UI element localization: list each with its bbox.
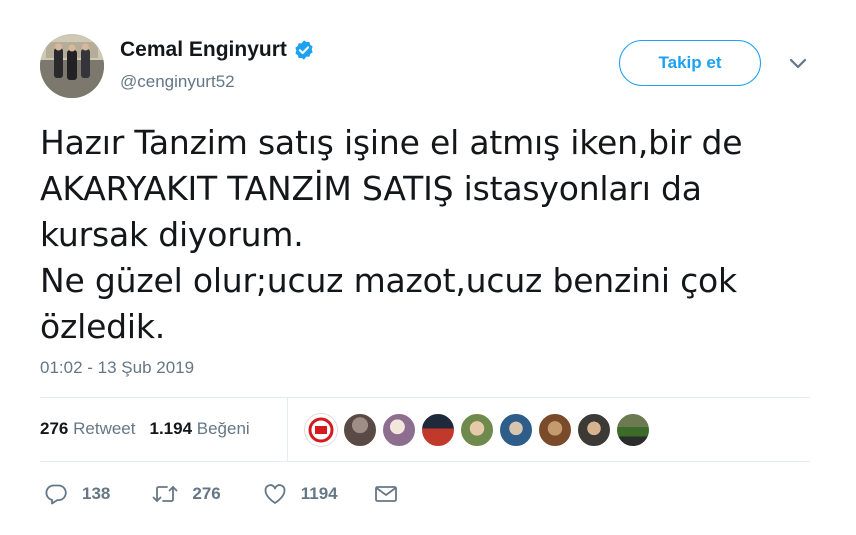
reply-icon (45, 484, 67, 505)
liker-avatars (304, 413, 655, 447)
tweet-line: özledik. (40, 307, 166, 346)
liker-avatar[interactable] (538, 413, 572, 447)
tweet-text: Hazır Tanzim satış işine el atmış iken,b… (40, 120, 820, 350)
liker-logo-icon (306, 415, 336, 445)
tweet-line: Hazır Tanzim satış işine el atmış iken,b… (40, 123, 743, 162)
retweet-stat-count: 276 (40, 419, 69, 438)
retweet-stat-label: Retweet (73, 419, 136, 438)
liker-avatar[interactable] (382, 413, 416, 447)
heart-icon (264, 484, 286, 504)
liker-avatar[interactable] (304, 413, 338, 447)
tweet-line: Ne güzel olur;ucuz mazot,ucuz benzini ço… (40, 261, 737, 300)
tweet-line: kursak diyorum. (40, 215, 304, 254)
tweet-stats: 276 Retweet 1.194 Beğeni (40, 419, 250, 439)
liker-avatar[interactable] (616, 413, 650, 447)
reply-button[interactable]: 138 (44, 483, 110, 505)
retweet-stat[interactable]: 276 Retweet (40, 419, 135, 439)
author-handle[interactable]: @cenginyurt52 (120, 72, 235, 92)
reply-count: 138 (82, 484, 111, 503)
direct-message-button[interactable] (374, 484, 398, 504)
liker-avatar[interactable] (499, 413, 533, 447)
envelope-icon (374, 486, 397, 502)
like-stat[interactable]: 1.194 Beğeni (149, 419, 249, 439)
chevron-down-icon[interactable] (788, 57, 808, 71)
like-button[interactable]: 1194 (263, 483, 338, 505)
retweet-icon (152, 486, 178, 502)
retweet-count: 276 (192, 484, 221, 503)
stats-top-divider (40, 397, 810, 398)
liker-avatar[interactable] (421, 413, 455, 447)
author-display-name[interactable]: Cemal Enginyurt (120, 38, 287, 62)
author-avatar[interactable] (40, 34, 104, 98)
stats-vertical-divider (287, 398, 288, 462)
tweet-timestamp[interactable]: 01:02 - 13 Şub 2019 (40, 358, 194, 378)
liker-avatar[interactable] (343, 413, 377, 447)
liker-avatar[interactable] (577, 413, 611, 447)
liker-avatar[interactable] (460, 413, 494, 447)
retweet-button[interactable]: 276 (152, 483, 221, 505)
tweet-line: AKARYAKIT TANZİM SATIŞ istasyonları da (40, 169, 702, 208)
tweet-actions: 138 276 1194 (44, 483, 398, 505)
like-stat-count: 1.194 (149, 419, 193, 438)
like-stat-label: Beğeni (196, 419, 250, 438)
follow-button[interactable]: Takip et (619, 40, 761, 86)
verified-badge-icon (295, 40, 313, 60)
like-count: 1194 (300, 484, 338, 503)
stats-bottom-divider (40, 461, 810, 462)
avatar-photo (40, 34, 104, 98)
author-name-row[interactable]: Cemal Enginyurt (120, 38, 315, 62)
